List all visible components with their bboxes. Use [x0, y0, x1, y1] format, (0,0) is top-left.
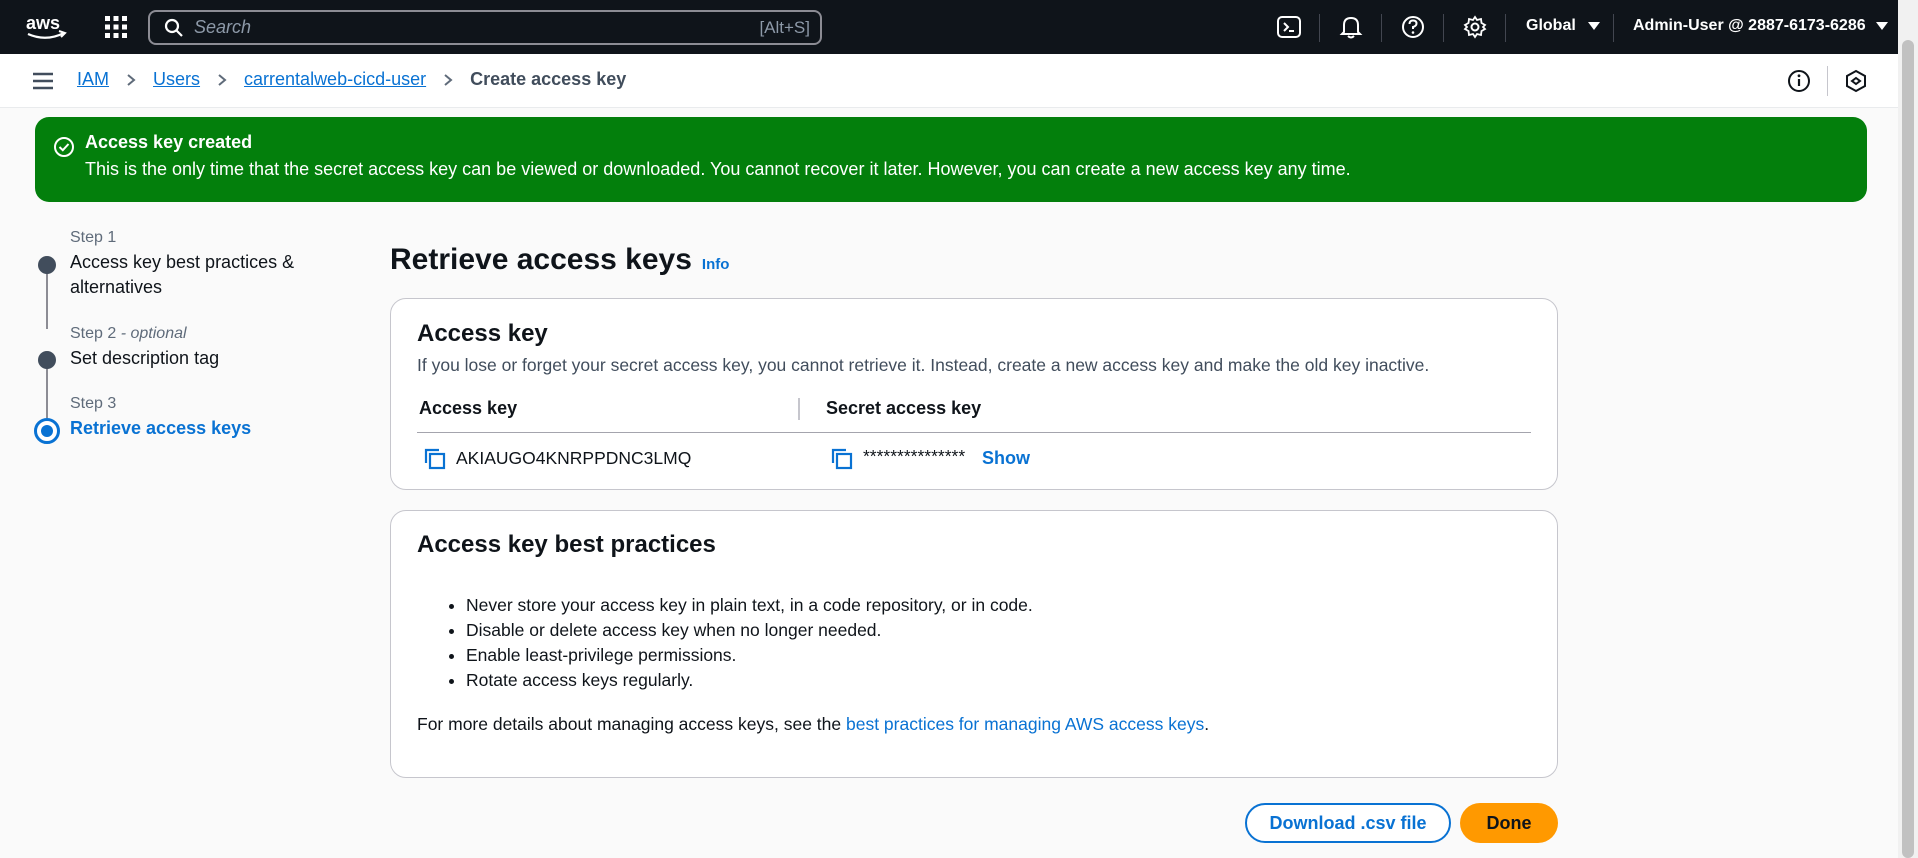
access-key-column-header: Access key [419, 398, 518, 418]
info-panel-icon[interactable] [1786, 68, 1812, 94]
list-item: Disable or delete access key when no lon… [466, 618, 1033, 643]
secret-key-masked: *************** [863, 446, 966, 466]
page-title-text: Retrieve access keys [390, 243, 692, 276]
step-dot-active [34, 418, 60, 444]
step-label: Step 3 [70, 395, 117, 412]
breadcrumb: IAM Users carrentalweb-cicd-user Create … [77, 69, 626, 90]
step-label: Step 2 - optional [70, 325, 187, 342]
chevron-right-icon [127, 73, 136, 86]
access-key-value: AKIAUGO4KNRPPDNC3LMQ [456, 448, 692, 468]
search-icon [164, 18, 183, 37]
menu-hamburger-icon[interactable] [32, 71, 54, 91]
toolbar-divider [1827, 66, 1828, 96]
top-navigation: aws Search [Alt+S] Global Admin-User @ 2… [0, 0, 1898, 54]
help-icon[interactable] [1400, 14, 1426, 40]
step-dot [38, 256, 56, 274]
breadcrumb-current: Create access key [470, 69, 627, 89]
svg-text:aws: aws [26, 13, 60, 33]
access-key-heading: Access key [417, 320, 548, 347]
list-item: Never store your access key in plain tex… [466, 593, 1033, 618]
flash-title: Access key created [85, 132, 253, 152]
column-divider [798, 398, 800, 420]
success-flash-banner: Access key created This is the only time… [35, 117, 1867, 202]
access-key-card: Access key If you lose or forget your se… [390, 298, 1558, 490]
chevron-right-icon [218, 73, 227, 86]
search-shortcut: [Alt+S] [759, 17, 810, 37]
settings-gear-icon[interactable] [1462, 14, 1488, 40]
nav-divider [1443, 14, 1444, 42]
region-label: Global [1526, 17, 1576, 34]
search-input[interactable]: Search [Alt+S] [148, 10, 822, 45]
more-details-text: For more details about managing access k… [417, 714, 1210, 734]
breadcrumb-user[interactable]: carrentalweb-cicd-user [244, 69, 426, 90]
region-selector[interactable]: Global [1526, 17, 1600, 35]
account-menu[interactable]: Admin-User @ 2887-6173-6286 [1633, 17, 1888, 35]
nav-divider [1381, 14, 1382, 42]
cloudshell-icon[interactable] [1276, 14, 1302, 40]
step-dot [38, 351, 56, 369]
step-name-current: Retrieve access keys [70, 418, 252, 438]
access-key-description: If you lose or forget your secret access… [417, 355, 1430, 375]
aws-logo-icon[interactable]: aws [24, 12, 68, 42]
flash-message: This is the only time that the secret ac… [85, 159, 1351, 179]
notifications-bell-icon[interactable] [1338, 14, 1364, 40]
caret-down-icon [1587, 22, 1600, 30]
show-secret-link[interactable]: Show [982, 448, 1030, 469]
scrollbar-thumb[interactable] [1902, 40, 1914, 858]
list-item: Rotate access keys regularly. [466, 668, 1033, 693]
info-link[interactable]: Info [702, 256, 730, 273]
page-title: Retrieve access keys Info [390, 243, 729, 277]
best-practices-heading: Access key best practices [417, 531, 716, 558]
chevron-right-icon [444, 73, 453, 86]
best-practices-card: Access key best practices Never store yo… [390, 510, 1558, 778]
step-name: Set description tag [70, 348, 220, 368]
hexagon-settings-icon[interactable] [1843, 68, 1869, 94]
account-label: Admin-User @ 2887-6173-6286 [1633, 17, 1866, 34]
download-csv-button[interactable]: Download .csv file [1245, 803, 1451, 843]
caret-down-icon [1875, 22, 1888, 30]
done-button[interactable]: Done [1460, 803, 1558, 843]
copy-icon[interactable] [423, 447, 447, 471]
copy-icon[interactable] [830, 447, 854, 471]
services-grid-icon[interactable] [104, 15, 128, 39]
step-name: Access key best practices & alternatives [70, 252, 295, 297]
check-circle-icon [54, 137, 74, 157]
search-placeholder: Search [194, 17, 252, 37]
best-practices-list: Never store your access key in plain tex… [466, 593, 1033, 693]
best-practices-link[interactable]: best practices for managing AWS access k… [846, 714, 1204, 734]
nav-divider [1319, 14, 1320, 42]
list-item: Enable least-privilege permissions. [466, 643, 1033, 668]
step-label: Step 1 [70, 229, 117, 246]
scrollbar[interactable] [1898, 0, 1918, 858]
breadcrumb-users[interactable]: Users [153, 69, 200, 90]
breadcrumb-bar: IAM Users carrentalweb-cicd-user Create … [0, 54, 1898, 108]
nav-divider [1613, 14, 1614, 42]
breadcrumb-iam[interactable]: IAM [77, 69, 109, 90]
nav-divider [1505, 14, 1506, 42]
table-divider [417, 432, 1531, 433]
secret-key-column-header: Secret access key [826, 398, 982, 418]
